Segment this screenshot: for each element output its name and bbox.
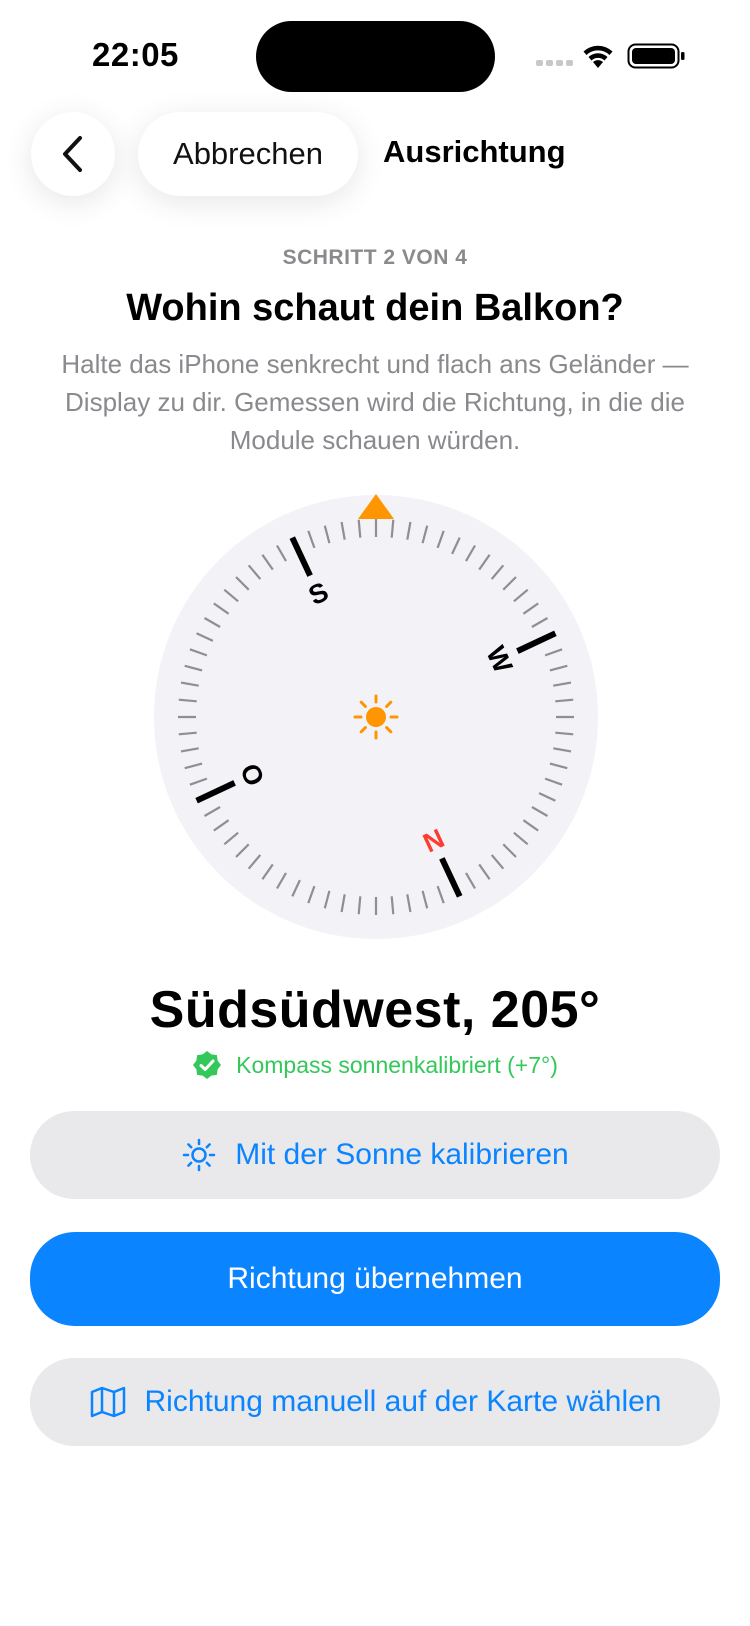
status-time: 22:05 — [92, 36, 179, 73]
signal-icon — [536, 60, 573, 66]
manual-map-label: Richtung manuell auf der Karte wählen — [144, 1385, 662, 1418]
sun-icon — [353, 694, 399, 740]
instruction-text: Halte das iPhone senkrecht und flach ans… — [61, 349, 689, 455]
map-icon — [90, 1386, 125, 1418]
status-bar: 22:05 — [0, 0, 750, 110]
manual-map-button[interactable]: Richtung manuell auf der Karte wählen — [30, 1358, 720, 1446]
compass-dial: N O S W — [154, 494, 598, 939]
heading-readout: Südsüdwest, 205° — [149, 981, 601, 1039]
sun-calibrate-label: Mit der Sonne kalibrieren — [235, 1138, 569, 1171]
status-icons — [536, 43, 685, 69]
nav-title: Ausrichtung — [383, 134, 566, 169]
chevron-left-icon — [63, 136, 82, 172]
accept-direction-button[interactable]: Richtung übernehmen — [30, 1232, 720, 1326]
back-button[interactable] — [31, 112, 115, 196]
sun-calibrate-button[interactable]: Mit der Sonne kalibrieren — [30, 1111, 720, 1199]
checkmark-seal-icon — [193, 1051, 222, 1079]
battery-icon — [627, 43, 685, 69]
wifi-icon — [583, 45, 613, 68]
accept-direction-label: Richtung übernehmen — [227, 1262, 523, 1295]
sun-icon — [182, 1138, 216, 1172]
cancel-button[interactable]: Abbrechen — [138, 112, 358, 196]
step-indicator: SCHRITT 2 VON 4 — [282, 246, 468, 269]
calibration-status: Kompass sonnenkalibriert (+7°) — [0, 1050, 750, 1080]
page-title: Wohin schaut dein Balkon? — [126, 287, 624, 329]
calibration-status-text: Kompass sonnenkalibriert (+7°) — [236, 1051, 558, 1078]
dynamic-island — [256, 21, 495, 92]
navigation-bar: Abbrechen Ausrichtung — [0, 110, 750, 200]
